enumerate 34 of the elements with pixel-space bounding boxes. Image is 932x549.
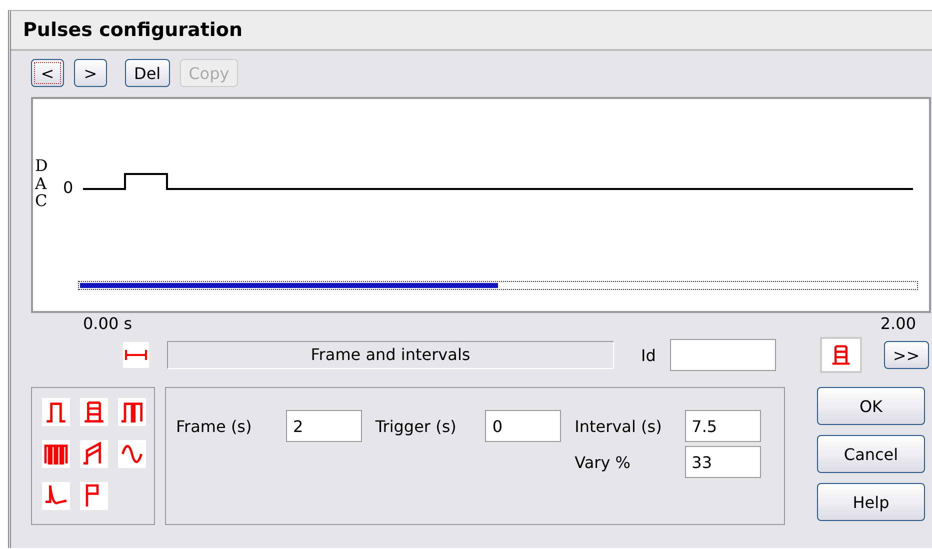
toolbar-button[interactable]: < [31,59,64,87]
toolbar-button[interactable]: > [74,59,107,87]
pulse-type-icon[interactable] [118,440,146,468]
param-field[interactable]: 7.5 [684,410,761,442]
window-title: Pulses configuration [11,11,932,51]
toolbar-button[interactable]: Del [125,59,170,87]
dialog-button[interactable]: Help [817,483,925,521]
param-label: Interval (s) [574,416,663,436]
pulse-type-icon[interactable] [80,482,108,510]
ladder-pulse-icon [820,337,862,373]
axis-label: DAC [35,157,49,210]
time-end: 2.00 [880,313,916,335]
zero-label: 0 [63,178,74,197]
param-label: Trigger (s) [375,416,458,436]
param-field[interactable]: 33 [684,446,761,478]
param-label: Vary % [574,452,632,472]
dialog-button[interactable]: Cancel [817,435,925,473]
interval-icon [123,342,149,368]
next-button[interactable]: >> [884,341,929,369]
id-field[interactable] [670,339,776,371]
param-field[interactable]: 2 [286,410,362,442]
pulse-type-icon[interactable] [42,440,70,468]
pulse-type-icon[interactable] [80,440,108,468]
id-label: Id [641,346,656,364]
pulse-type-icon[interactable] [42,398,70,426]
pulse-type-icon[interactable] [80,398,108,426]
section-title: Frame and intervals [167,341,614,369]
dialog-button[interactable]: OK [817,387,925,425]
pulse-type-icon[interactable] [42,482,70,510]
time-start: 0.00 s [83,313,132,335]
pulse-type-icon[interactable] [118,398,146,426]
param-field[interactable]: 0 [485,410,562,442]
position-track[interactable] [78,281,918,290]
param-label: Frame (s) [176,416,253,436]
